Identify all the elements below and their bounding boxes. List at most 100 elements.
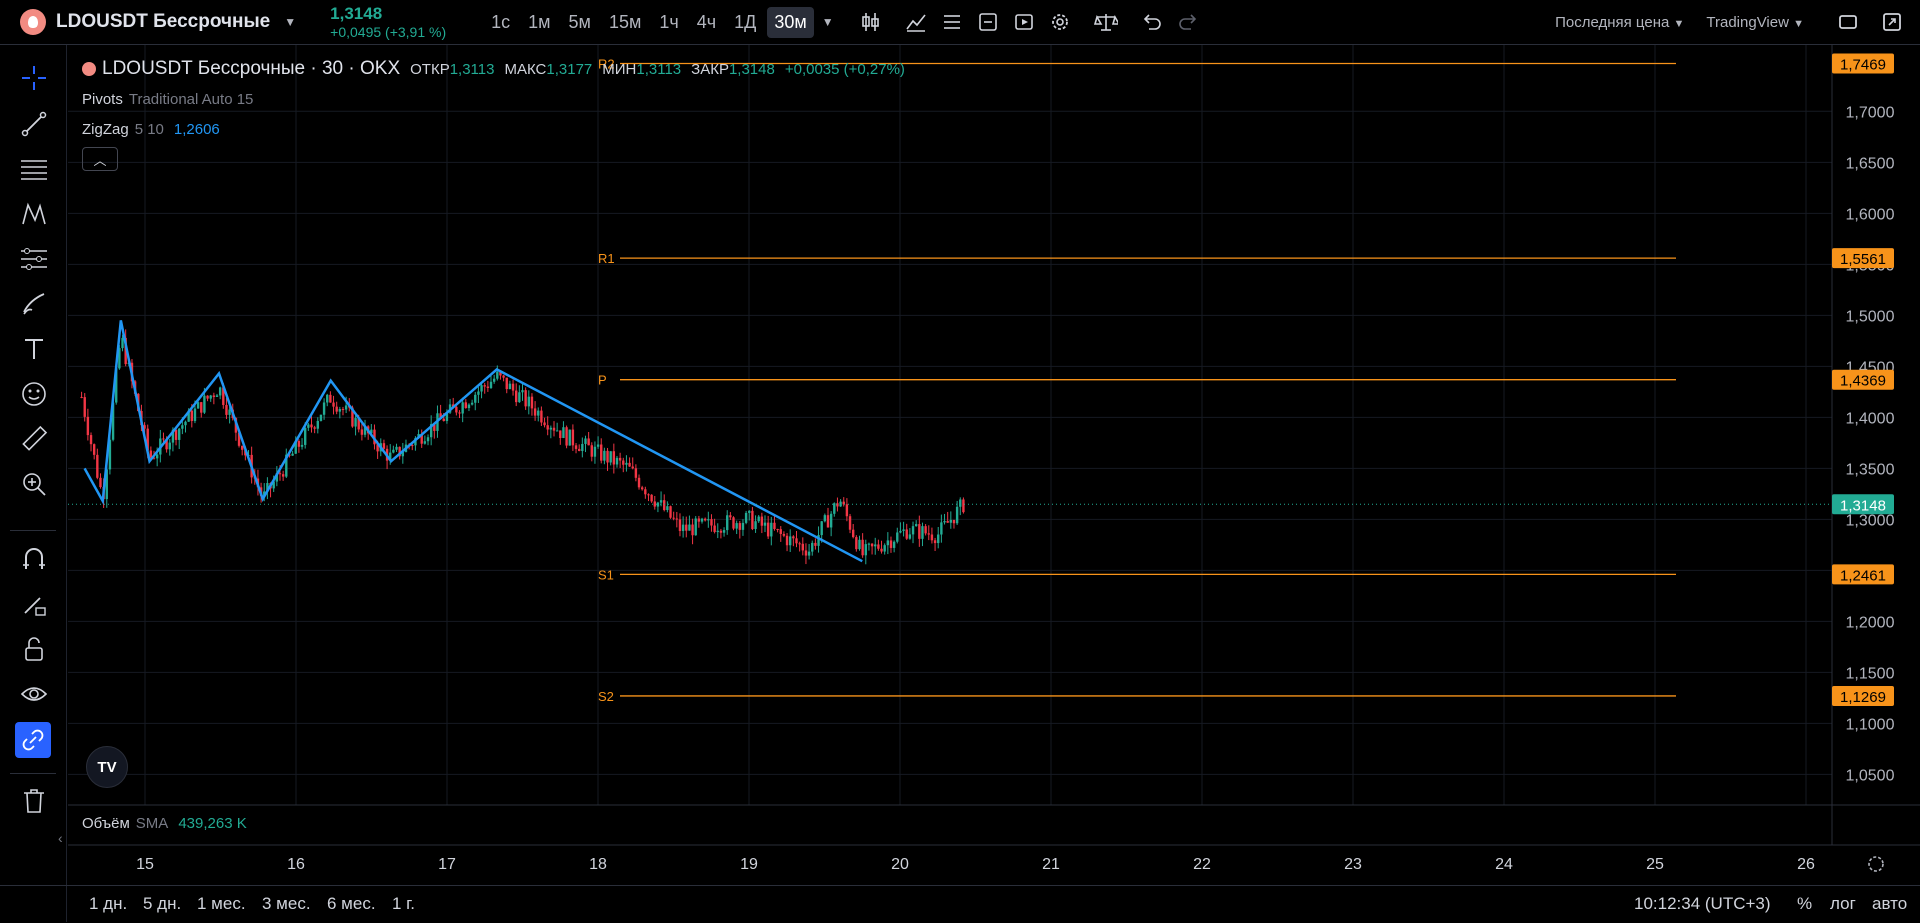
x-tick-label: 19 — [740, 856, 758, 873]
candle-body — [297, 441, 301, 447]
trend-line-icon[interactable] — [17, 107, 51, 141]
x-tick-label: 20 — [891, 856, 909, 873]
candle-body — [656, 502, 660, 507]
candle-body — [927, 533, 930, 535]
tradingview-logo-icon[interactable]: TV — [86, 746, 128, 788]
emoji-icon[interactable] — [17, 377, 51, 411]
candle-body — [864, 544, 867, 556]
legend-title[interactable]: LDOUSDT Бессрочные · 30 · OKX — [102, 58, 400, 80]
expand-icon[interactable] — [1878, 8, 1906, 36]
price-type-select[interactable]: Последняя цена ▼ — [1555, 14, 1684, 31]
candle-body — [505, 377, 508, 390]
auto-toggle[interactable]: авто — [1872, 894, 1907, 914]
low-label: МИН — [602, 60, 637, 78]
unlock-icon[interactable] — [17, 632, 51, 666]
clock-timezone[interactable]: 10:12:34 (UTC+3) — [1634, 894, 1771, 914]
x-tick-label: 23 — [1344, 856, 1362, 873]
percent-toggle[interactable]: % — [1797, 894, 1812, 914]
brush-icon[interactable] — [17, 287, 51, 321]
prediction-tools-icon[interactable] — [17, 242, 51, 276]
range-5d[interactable]: 5 дн. — [143, 894, 181, 914]
undo-icon[interactable] — [1138, 8, 1166, 36]
chevron-down-icon[interactable]: ▼ — [284, 15, 296, 29]
candle-body — [691, 524, 694, 536]
candle-body — [344, 405, 348, 410]
alert-icon[interactable] — [974, 8, 1002, 36]
settings-gear-icon[interactable] — [1046, 8, 1074, 36]
log-toggle[interactable]: лог — [1830, 894, 1856, 914]
zigzag-legend[interactable]: ZigZag 5 10 1,2606 — [82, 116, 915, 142]
legend-collapse-button[interactable]: ︿ — [82, 147, 118, 171]
candle-body — [200, 402, 203, 413]
compare-scales-icon[interactable] — [1092, 8, 1120, 36]
interval-30m[interactable]: 30м — [767, 6, 814, 38]
redo-icon[interactable] — [1174, 8, 1202, 36]
candle-body — [600, 444, 603, 461]
y-tick-label: 1,6500 — [1846, 155, 1895, 172]
pattern-icon[interactable] — [17, 197, 51, 231]
eye-icon[interactable] — [17, 677, 51, 711]
text-tool-icon[interactable] — [17, 332, 51, 366]
templates-icon[interactable] — [938, 8, 966, 36]
candle-body — [225, 404, 228, 415]
range-1m[interactable]: 1 мес. — [197, 894, 246, 914]
y-tick-label: 1,2000 — [1846, 614, 1895, 631]
candle-body — [241, 445, 244, 450]
range-3m[interactable]: 3 мес. — [262, 894, 311, 914]
price-type-label: Последняя цена — [1555, 13, 1670, 31]
link-icon[interactable] — [15, 722, 51, 758]
trash-icon[interactable] — [17, 784, 51, 818]
candle-type-icon[interactable] — [856, 8, 884, 36]
candle-body — [174, 429, 178, 440]
candle-body — [527, 396, 530, 407]
range-1d[interactable]: 1 дн. — [89, 894, 127, 914]
candle-body — [477, 391, 480, 395]
volume-legend[interactable]: Объём SMA 439,263 K — [82, 815, 247, 832]
symbol-name[interactable]: LDOUSDT Бессрочные — [56, 11, 270, 33]
axis-settings-icon[interactable] — [1868, 856, 1884, 872]
high-label: МАКС — [504, 60, 547, 78]
range-6m[interactable]: 6 мес. — [327, 894, 376, 914]
candle-body — [949, 519, 953, 523]
interval-1h[interactable]: 1ч — [652, 7, 685, 38]
replay-icon[interactable] — [1010, 8, 1038, 36]
interval-4h[interactable]: 4ч — [690, 7, 723, 38]
volume-value: 439,263 K — [178, 815, 247, 832]
candle-body — [899, 530, 902, 533]
candle-body — [326, 394, 329, 403]
interval-1m[interactable]: 1м — [521, 7, 557, 38]
fullscreen-icon[interactable] — [1834, 8, 1862, 36]
interval-1d[interactable]: 1Д — [727, 7, 763, 38]
fib-retracement-icon[interactable] — [17, 152, 51, 186]
interval-1s[interactable]: 1с — [484, 7, 517, 38]
candle-body — [663, 500, 666, 511]
candle-body — [744, 512, 748, 523]
magnet-icon[interactable] — [17, 542, 51, 576]
candle-body — [155, 454, 159, 459]
pivot-price-label: 1,2461 — [1840, 567, 1886, 584]
x-tick-label: 15 — [136, 856, 154, 873]
interval-chevron-down-icon[interactable]: ▼ — [822, 15, 834, 29]
crosshair-icon[interactable] — [17, 61, 51, 95]
candle-body — [748, 510, 751, 513]
interval-15m[interactable]: 15м — [602, 7, 648, 38]
ruler-icon[interactable] — [17, 422, 51, 456]
pivots-legend[interactable]: Pivots Traditional Auto 15 — [82, 86, 915, 112]
lock-drawings-pencil-icon[interactable] — [17, 587, 51, 621]
candle-body — [565, 427, 568, 446]
candle-body — [795, 538, 798, 544]
candle-body — [776, 529, 779, 531]
candle-body — [770, 522, 773, 537]
indicators-icon[interactable] — [902, 8, 930, 36]
candle-body — [943, 521, 946, 523]
collapse-toolbar-icon[interactable]: ‹ — [58, 830, 63, 846]
candle-body — [826, 515, 830, 528]
candle-body — [892, 541, 896, 548]
zoom-in-icon[interactable] — [17, 467, 51, 501]
range-1y[interactable]: 1 г. — [392, 894, 415, 914]
candle-body — [458, 412, 461, 414]
x-tick-label: 24 — [1495, 856, 1513, 873]
candle-body — [162, 438, 165, 440]
theme-select[interactable]: TradingView ▼ — [1706, 14, 1804, 31]
interval-5m[interactable]: 5м — [562, 7, 598, 38]
